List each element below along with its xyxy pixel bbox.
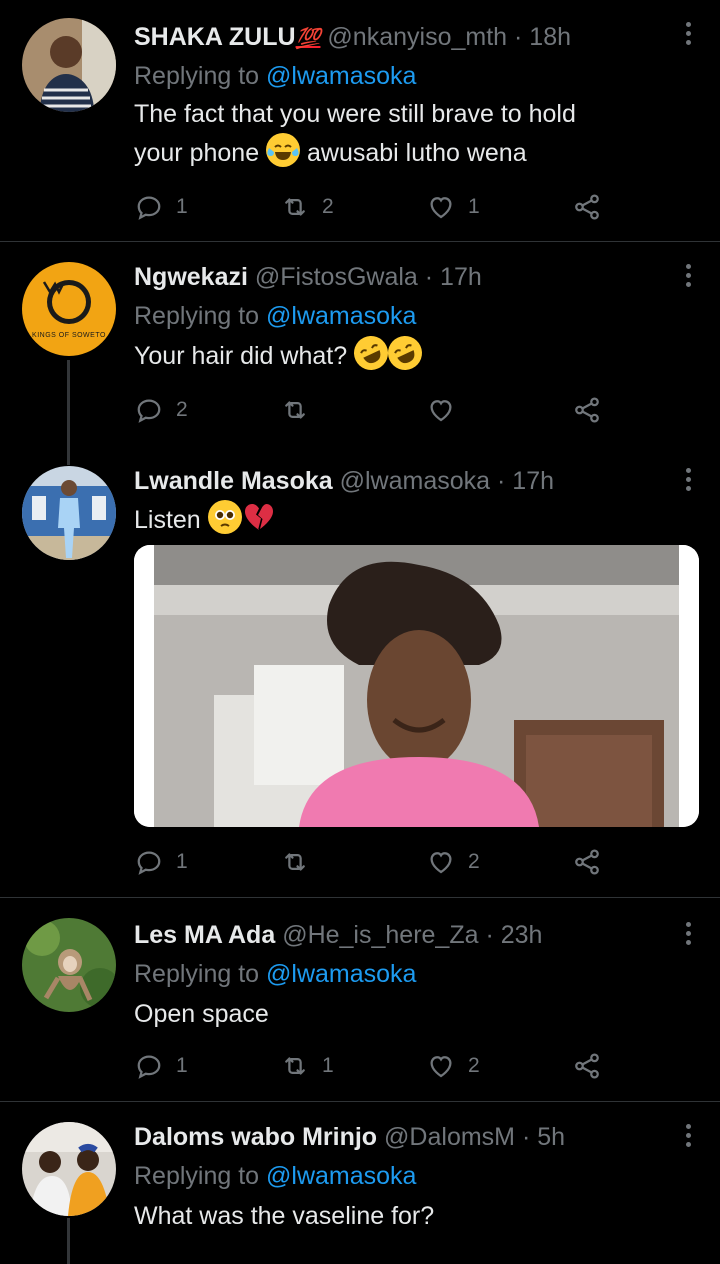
replying-to: Replying to @lwamasoka [134,960,417,988]
like-button[interactable]: 2 [426,842,480,882]
video-thumbnail [134,545,699,827]
video-media[interactable] [134,545,699,827]
reply-button[interactable]: 1 [134,187,188,227]
action-bar: 1 2 1 [134,187,604,227]
like-button[interactable]: 1 [426,187,480,227]
tweet-text: Your hair did what? [134,330,700,376]
retweet-button[interactable]: 2 [280,187,334,227]
tweet-header: SHAKA ZULU💯 @nkanyiso_mth · 18h [134,18,700,56]
tweet-5[interactable]: Daloms wabo Mrinjo @DalomsM · 5h Replyin… [0,1102,720,1264]
tweet-header: Ngwekazi @FistosGwala · 17h [134,258,700,296]
pleading-face-emoji-icon [207,500,242,534]
retweet-button[interactable] [280,842,322,882]
user-handle[interactable]: @nkanyiso_mth [327,23,507,51]
more-options-icon[interactable] [686,22,692,46]
tweet-4[interactable]: Les MA Ada @He_is_here_Za · 23h Replying… [0,898,720,1101]
timestamp[interactable]: 23h [501,921,543,949]
timestamp[interactable]: 18h [529,23,571,51]
replying-to: Replying to @lwamasoka [134,1162,417,1190]
more-options-icon[interactable] [686,264,692,288]
tears-of-joy-emoji-icon [266,133,301,167]
rolling-laughing-emoji-icon [382,330,428,376]
avatar[interactable] [22,1122,116,1216]
timestamp[interactable]: 5h [537,1123,565,1151]
tweet-2[interactable]: KINGS OF SOWETO Ngwekazi @FistosGwala · … [0,242,720,457]
share-button[interactable] [572,842,602,882]
user-handle[interactable]: @DalomsM [384,1123,515,1151]
reply-button[interactable]: 1 [134,842,188,882]
reply-icon [134,1051,164,1081]
reply-button[interactable]: 1 [134,1046,188,1086]
retweet-button[interactable] [280,390,322,430]
like-icon [426,395,456,425]
like-icon [426,192,456,222]
share-button[interactable] [572,390,602,430]
mention-link[interactable]: @lwamasoka [266,1162,416,1190]
share-button[interactable] [572,187,602,227]
timestamp[interactable]: 17h [440,263,482,291]
display-name[interactable]: Lwandle Masoka [134,467,333,495]
tweet-header: Les MA Ada @He_is_here_Za · 23h [134,916,700,954]
like-icon [426,1051,456,1081]
share-icon [572,192,602,222]
avatar[interactable] [22,918,116,1012]
avatar[interactable] [22,466,116,560]
like-button[interactable]: 2 [426,1046,480,1086]
display-name[interactable]: SHAKA ZULU [134,23,296,51]
separator-dot: · [521,1123,531,1151]
user-handle[interactable]: @He_is_here_Za [282,921,478,949]
avatar[interactable]: KINGS OF SOWETO [22,262,116,356]
timestamp[interactable]: 17h [512,467,554,495]
tweet-text: Listen [134,500,700,539]
tweet-text: What was the vaseline for? [134,1202,435,1230]
display-name[interactable]: Ngwekazi [134,263,248,291]
tweet-1[interactable]: SHAKA ZULU💯 @nkanyiso_mth · 18h Replying… [0,0,720,240]
more-options-icon[interactable] [686,1124,692,1148]
display-name[interactable]: Daloms wabo Mrinjo [134,1123,377,1151]
share-icon [572,1051,602,1081]
reply-icon [134,192,164,222]
share-icon [572,395,602,425]
separator-dot: · [424,263,434,291]
action-bar: 2 [134,390,604,430]
more-options-icon[interactable] [686,468,692,492]
mention-link[interactable]: @lwamasoka [266,62,416,90]
separator-dot: · [485,921,494,949]
replying-to: Replying to @lwamasoka [134,302,417,330]
avatar-caption: KINGS OF SOWETO [32,332,106,339]
broken-heart-emoji-icon [242,500,276,534]
share-icon [572,847,602,877]
mention-link[interactable]: @lwamasoka [266,960,416,988]
separator-dot: · [497,467,506,495]
share-button[interactable] [572,1046,602,1086]
display-name[interactable]: Les MA Ada [134,921,275,949]
avatar[interactable] [22,18,116,112]
tweet-header: Lwandle Masoka @lwamasoka · 17h [134,462,700,500]
tweet-text: The fact that you were still brave to ho… [134,100,576,167]
reply-button[interactable]: 2 [134,390,188,430]
mention-link[interactable]: @lwamasoka [266,302,416,330]
retweet-button[interactable]: 1 [280,1046,334,1086]
action-bar: 1 2 [134,842,604,882]
more-options-icon[interactable] [686,922,692,946]
separator-dot: · [514,23,523,51]
reply-icon [134,395,164,425]
user-handle[interactable]: @FistosGwala [255,263,418,291]
user-handle[interactable]: @lwamasoka [340,467,490,495]
reply-icon [134,847,164,877]
retweet-icon [280,192,310,222]
retweet-icon [280,1051,310,1081]
replying-to: Replying to @lwamasoka [134,62,417,90]
tweet-header: Daloms wabo Mrinjo @DalomsM · 5h [134,1118,700,1156]
action-bar: 1 1 2 [134,1046,604,1086]
tweet-text: Open space [134,1000,269,1028]
like-button[interactable] [426,390,468,430]
hundred-points-icon: 💯 [295,28,321,50]
retweet-icon [280,395,310,425]
like-icon [426,847,456,877]
retweet-icon [280,847,310,877]
